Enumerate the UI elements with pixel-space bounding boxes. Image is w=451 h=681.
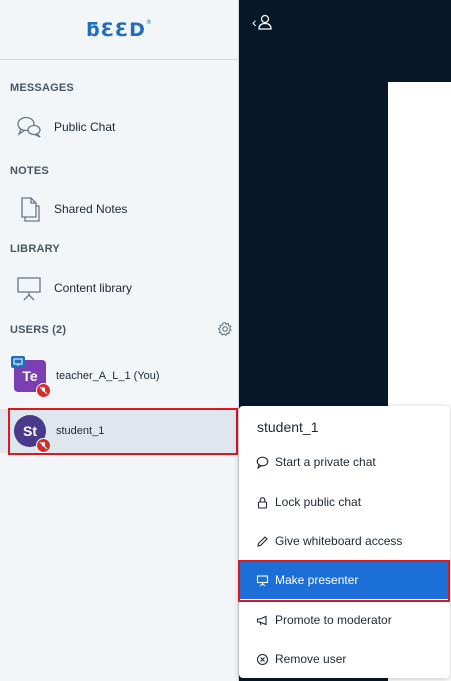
presenter-icon bbox=[11, 356, 25, 368]
megaphone-icon bbox=[255, 613, 269, 627]
user-row-teacher[interactable]: Te teacher_A_L_1 (You) bbox=[0, 354, 238, 398]
user-list-sidebar: ƃƐƐD® MESSAGES Public Chat NOTES Shared … bbox=[0, 0, 239, 681]
menu-item-label: Lock public chat bbox=[275, 495, 362, 509]
public-chat-label: Public Chat bbox=[54, 120, 116, 134]
user-icon bbox=[258, 14, 272, 30]
gear-icon[interactable] bbox=[217, 321, 233, 337]
make-presenter-highlight bbox=[238, 560, 450, 602]
content-library-item[interactable]: Content library bbox=[0, 271, 238, 305]
chat-bubbles-icon bbox=[14, 112, 44, 142]
menu-item-label: Promote to moderator bbox=[275, 613, 392, 627]
app-logo: ƃƐƐD® bbox=[0, 0, 239, 60]
menu-title: student_1 bbox=[257, 419, 319, 435]
public-chat-item[interactable]: Public Chat bbox=[0, 110, 238, 144]
collapse-user-list-icon[interactable]: ‹ bbox=[252, 14, 272, 30]
menu-item-label: Give whiteboard access bbox=[275, 534, 403, 548]
lock-public-chat-item[interactable]: Lock public chat bbox=[239, 483, 450, 521]
users-heading: USERS (2) bbox=[10, 324, 67, 336]
logo-text: ƃƐƐD® bbox=[86, 18, 153, 41]
menu-item-label: Remove user bbox=[275, 652, 347, 666]
avatar-initials: Te bbox=[22, 368, 38, 384]
shared-notes-label: Shared Notes bbox=[54, 202, 128, 216]
content-library-label: Content library bbox=[54, 281, 133, 295]
documents-icon bbox=[14, 194, 44, 224]
start-private-chat-item[interactable]: Start a private chat bbox=[239, 443, 450, 481]
give-whiteboard-access-item[interactable]: Give whiteboard access bbox=[239, 522, 450, 560]
presentation-board-icon bbox=[14, 273, 44, 303]
lock-icon bbox=[255, 495, 269, 509]
library-heading: LIBRARY bbox=[10, 243, 60, 255]
chevron-left-icon: ‹ bbox=[252, 14, 257, 30]
user-context-menu: student_1 Start a private chat Lock publ… bbox=[239, 406, 450, 678]
notes-heading: NOTES bbox=[10, 165, 49, 177]
avatar: Te bbox=[11, 356, 51, 398]
menu-item-label: Start a private chat bbox=[275, 455, 376, 469]
messages-heading: MESSAGES bbox=[10, 82, 74, 94]
microphone-muted-icon bbox=[36, 383, 51, 398]
promote-to-moderator-item[interactable]: Promote to moderator bbox=[239, 601, 450, 639]
top-navbar bbox=[239, 0, 451, 82]
remove-user-item[interactable]: Remove user bbox=[239, 640, 450, 678]
chat-bubble-icon bbox=[255, 455, 269, 469]
selected-user-highlight bbox=[8, 408, 238, 455]
remove-circle-icon bbox=[255, 652, 269, 666]
pencil-icon bbox=[255, 534, 269, 548]
user-name: teacher_A_L_1 (You) bbox=[56, 370, 160, 382]
shared-notes-item[interactable]: Shared Notes bbox=[0, 192, 238, 226]
